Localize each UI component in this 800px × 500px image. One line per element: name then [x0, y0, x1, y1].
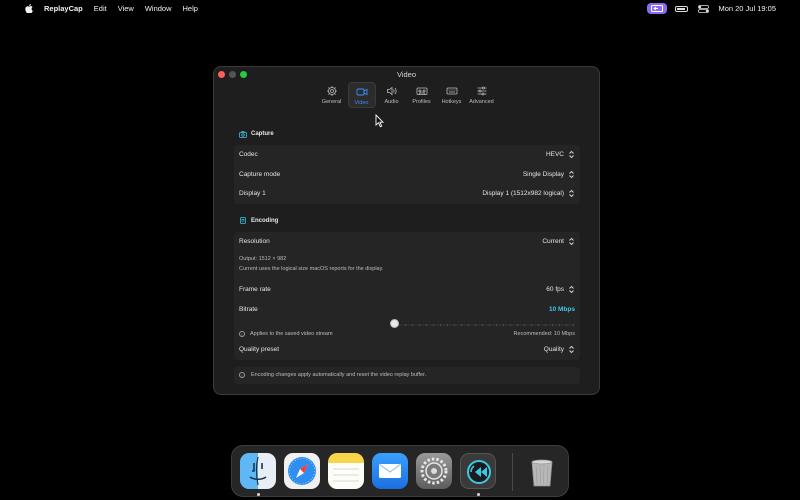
- resolution-select[interactable]: Current: [542, 237, 575, 246]
- chevron-up-down-icon: [568, 285, 575, 294]
- display-select[interactable]: Display 1 (1512x982 logical): [482, 189, 575, 198]
- chevron-up-down-icon: [568, 237, 575, 246]
- info-icon: i: [239, 372, 245, 378]
- replaycap-dock-icon[interactable]: [460, 453, 496, 489]
- app-menu[interactable]: ReplayCap: [44, 4, 83, 13]
- settings-window: Video General Video Audio Profiles Hotke…: [213, 66, 600, 395]
- video-camera-icon: [356, 88, 367, 96]
- capture-mode-row: Capture mode Single Display: [234, 165, 580, 185]
- frame-rate-select[interactable]: 60 fps: [546, 285, 575, 294]
- footer-note-card: i Encoding changes apply automatically a…: [234, 366, 580, 384]
- frame-rate-row: Frame rate 60 fps: [234, 280, 580, 300]
- bitrate-recommended-text: Recommended: 10 Mbps: [513, 331, 575, 337]
- bitrate-slider[interactable]: [234, 319, 580, 328]
- sliders-icon: [477, 86, 486, 96]
- tab-label: Video: [354, 100, 369, 106]
- chevron-up-down-icon: [568, 150, 575, 159]
- tab-video[interactable]: Video: [347, 82, 376, 108]
- output-note-text: Current uses the logical size macOS repo…: [239, 265, 384, 272]
- encoding-section-header: Encoding: [239, 214, 580, 228]
- bitrate-row: Bitrate 10 Mbps: [234, 300, 580, 320]
- display-label: Display 1: [239, 190, 266, 198]
- codec-row: Codec HEVC: [234, 145, 580, 165]
- quality-preset-value: Quality: [543, 346, 564, 354]
- menu-view[interactable]: View: [118, 4, 134, 13]
- codec-label: Codec: [239, 151, 258, 159]
- display-row: Display 1 Display 1 (1512x982 logical): [234, 184, 580, 204]
- output-size-text: Output: 1512 × 982: [239, 256, 287, 262]
- chevron-up-down-icon: [568, 170, 575, 179]
- bitrate-slider-track[interactable]: [391, 324, 575, 326]
- quality-preset-select[interactable]: Quality: [544, 345, 575, 354]
- capture-heading: Capture: [251, 131, 274, 137]
- replaycap-status-icon[interactable]: [647, 3, 668, 14]
- settings-tabs: General Video Audio Profiles Hotkeys Adv…: [214, 82, 599, 108]
- quality-preset-label: Quality preset: [239, 346, 280, 354]
- display-value: Display 1 (1512x982 logical): [482, 190, 564, 198]
- menu-window[interactable]: Window: [145, 4, 172, 13]
- resolution-row: Resolution Current: [234, 232, 580, 252]
- chevron-up-down-icon: [568, 189, 575, 198]
- tab-label: Audio: [384, 99, 399, 105]
- keyboard-icon: [446, 87, 457, 95]
- encoding-heading: Encoding: [251, 217, 279, 224]
- menu-bar: ReplayCap Edit View Window Help Mon 20 J…: [0, 0, 800, 17]
- cassette-icon: [416, 87, 427, 95]
- capture-mode-label: Capture mode: [239, 170, 281, 178]
- apple-menu-icon[interactable]: [25, 4, 35, 13]
- chevron-up-down-icon: [568, 345, 575, 354]
- bitrate-info-text: Applies to the saved video stream: [250, 331, 333, 337]
- quality-preset-row: Quality preset Quality: [234, 340, 580, 360]
- encoding-card: Resolution Current Output: 1512 × 982 Cu…: [234, 231, 580, 360]
- menubar-clock[interactable]: Mon 20 Jul 19:05: [718, 4, 776, 13]
- settings-content: Capture Codec HEVC Capture mode Single D…: [234, 127, 580, 384]
- dock-separator: [512, 453, 513, 491]
- capture-section-header: Capture: [239, 127, 580, 141]
- tab-general[interactable]: General: [318, 82, 346, 108]
- info-icon: i: [239, 331, 245, 337]
- replaycap-running-indicator: [477, 493, 480, 496]
- capture-mode-select[interactable]: Single Display: [523, 170, 575, 179]
- bitrate-slider-thumb[interactable]: [390, 319, 399, 328]
- menu-help[interactable]: Help: [183, 4, 198, 13]
- layers-icon: [240, 217, 246, 224]
- frame-rate-value: 60 fps: [546, 286, 564, 294]
- tab-hotkeys[interactable]: Hotkeys: [438, 82, 466, 108]
- footer-note-text: Encoding changes apply automatically and…: [251, 372, 427, 378]
- resolution-label: Resolution: [239, 237, 270, 245]
- finder-icon[interactable]: [240, 453, 276, 489]
- finder-running-indicator: [257, 493, 260, 496]
- speaker-icon: [386, 86, 397, 96]
- tab-label: General: [321, 99, 342, 105]
- safari-icon[interactable]: [284, 453, 320, 489]
- tab-advanced[interactable]: Advanced: [468, 82, 496, 108]
- tab-label: Profiles: [412, 99, 431, 105]
- bitrate-label: Bitrate: [239, 305, 258, 313]
- resolution-value: Current: [542, 237, 564, 245]
- window-titlebar: Video General Video Audio Profiles Hotke…: [214, 67, 599, 109]
- system-settings-icon[interactable]: [416, 453, 452, 489]
- camera-icon: [239, 130, 247, 138]
- codec-select[interactable]: HEVC: [546, 150, 575, 159]
- dock: [231, 445, 569, 497]
- trash-icon[interactable]: [524, 453, 560, 489]
- bitrate-info-row: i Applies to the saved video stream Reco…: [234, 328, 580, 340]
- tab-label: Hotkeys: [441, 99, 462, 105]
- capture-card: Codec HEVC Capture mode Single Display D…: [234, 145, 580, 204]
- frame-rate-label: Frame rate: [239, 286, 271, 294]
- window-title: Video: [396, 70, 417, 79]
- tab-profiles[interactable]: Profiles: [408, 82, 436, 108]
- tab-label: Advanced: [469, 99, 494, 105]
- battery-icon[interactable]: [675, 5, 689, 12]
- capture-mode-value: Single Display: [522, 170, 564, 178]
- mouse-cursor-icon: [375, 114, 384, 128]
- tab-audio[interactable]: Audio: [378, 82, 406, 108]
- codec-value: HEVC: [545, 151, 564, 159]
- notes-icon[interactable]: [328, 453, 364, 489]
- menu-edit[interactable]: Edit: [94, 4, 107, 13]
- control-center-icon[interactable]: [698, 4, 710, 13]
- mail-icon[interactable]: [372, 453, 408, 489]
- bitrate-value: 10 Mbps: [548, 305, 575, 313]
- gear-icon: [326, 86, 337, 96]
